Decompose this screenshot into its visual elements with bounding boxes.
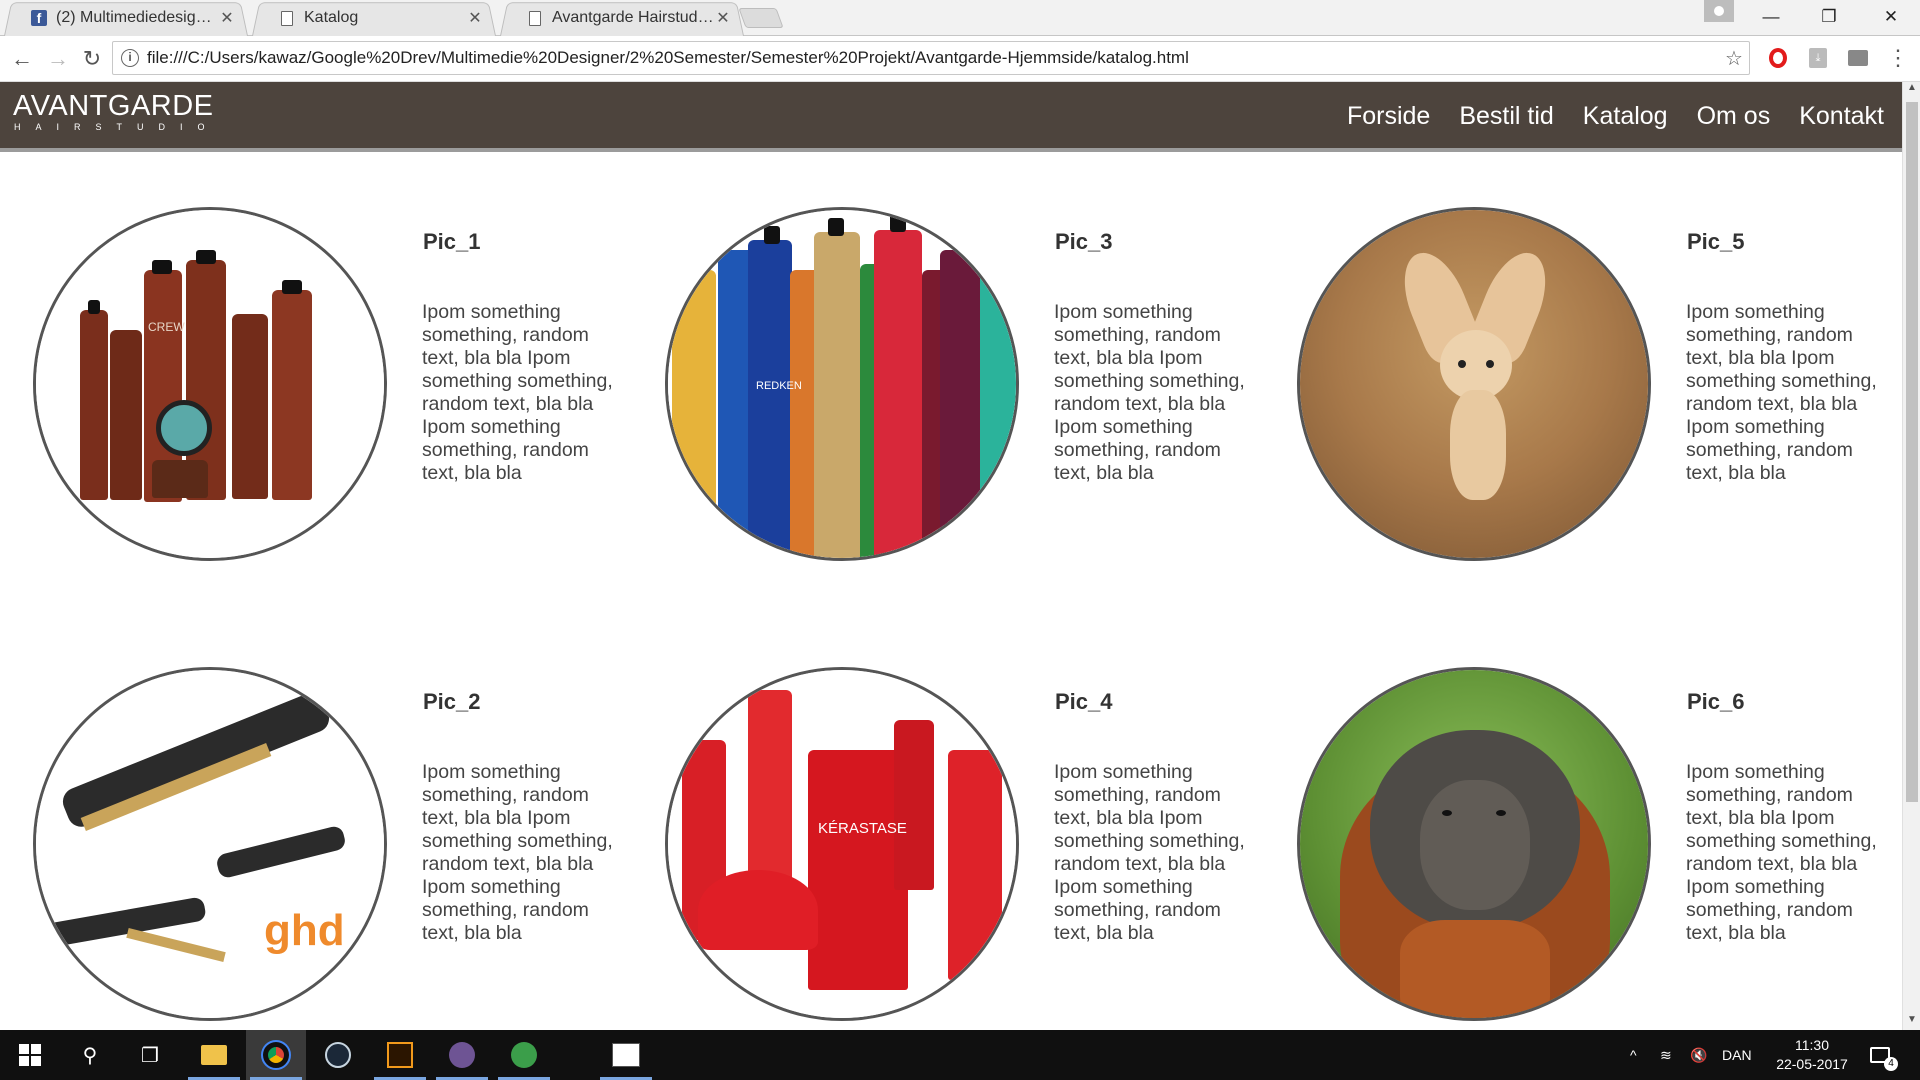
- main-nav: Forside Bestil tid Katalog Om os Kontakt: [1347, 102, 1884, 131]
- facebook-icon: f: [30, 9, 48, 27]
- nav-bestil-tid[interactable]: Bestil tid: [1459, 102, 1553, 131]
- notification-count: 4: [1884, 1057, 1898, 1071]
- page-icon: [278, 9, 296, 27]
- start-button[interactable]: [0, 1030, 60, 1080]
- clock[interactable]: 11:30 22-05-2017: [1762, 1036, 1862, 1074]
- clock-date: 22-05-2017: [1776, 1056, 1848, 1072]
- close-icon[interactable]: ✕: [466, 8, 484, 28]
- product-image-ghd[interactable]: ghd: [33, 667, 387, 1021]
- tab-avantgarde[interactable]: Avantgarde Hairstudio • ✕: [500, 0, 744, 36]
- catalog-item: Pic_6 Ipom something something, random t…: [1264, 667, 1884, 1027]
- user-icon: [1714, 6, 1724, 16]
- restore-button[interactable]: ❐: [1800, 0, 1858, 34]
- item-title: Pic_1: [423, 229, 481, 254]
- task-view-icon[interactable]: ❐: [120, 1030, 180, 1080]
- photos-icon[interactable]: [596, 1030, 656, 1080]
- url-text[interactable]: file:///C:/Users/kawaz/Google%20Drev/Mul…: [147, 48, 1719, 68]
- info-icon[interactable]: i: [121, 49, 139, 67]
- opera-icon[interactable]: [1766, 46, 1790, 70]
- item-description: Ipom something something, random text, b…: [1686, 761, 1877, 944]
- item-description: Ipom something something, random text, b…: [422, 761, 613, 944]
- catalog-item: CREW Pic_1 Ipom something something, ran…: [0, 207, 620, 567]
- new-tab-button[interactable]: [738, 8, 784, 28]
- page-icon: [526, 9, 544, 27]
- logo-brand: AVANTGARDE: [13, 90, 214, 122]
- item-title: Pic_6: [1687, 689, 1745, 714]
- catalog-item: ghd Pic_2 Ipom something something, rand…: [0, 667, 620, 1027]
- reload-icon[interactable]: ↻: [78, 45, 106, 73]
- nav-kontakt[interactable]: Kontakt: [1799, 102, 1884, 131]
- nav-om-os[interactable]: Om os: [1697, 102, 1771, 131]
- atom-icon[interactable]: [494, 1030, 554, 1080]
- catalog-item: REDKEN Pic_3 Ipom something something, r…: [632, 207, 1252, 567]
- item-description: Ipom something something, random text, b…: [1054, 301, 1245, 484]
- steam-icon[interactable]: [308, 1030, 368, 1080]
- pdf-extension-icon[interactable]: ⤓: [1806, 46, 1830, 70]
- item-title: Pic_3: [1055, 229, 1113, 254]
- item-description: Ipom something something, random text, b…: [1054, 761, 1245, 944]
- taskbar: ⚲ ❐ ^ ≋ 🔇 DAN 11:30 22-05-2017 4: [0, 1030, 1920, 1080]
- bookmark-star-icon[interactable]: ☆: [1719, 46, 1749, 71]
- close-icon[interactable]: ✕: [218, 8, 236, 28]
- orangutan-image[interactable]: [1297, 667, 1651, 1021]
- close-window-button[interactable]: ✕: [1862, 0, 1920, 34]
- fennec-fox-image[interactable]: [1297, 207, 1651, 561]
- site-logo[interactable]: AVANTGARDE HAIRSTUDIO: [13, 90, 220, 133]
- back-icon[interactable]: ←: [8, 45, 36, 73]
- redken-label: REDKEN: [756, 380, 802, 392]
- menu-icon[interactable]: ⋮: [1886, 45, 1910, 70]
- tab-facebook[interactable]: f (2) Multimediedesigner A ✕: [4, 0, 248, 36]
- nav-forside[interactable]: Forside: [1347, 102, 1430, 131]
- kerastase-label: KÉRASTASE: [818, 820, 907, 837]
- windows-icon: [19, 1044, 41, 1066]
- product-image-crew[interactable]: CREW: [33, 207, 387, 561]
- page-scrollbar[interactable]: ▲ ▼: [1902, 82, 1920, 1030]
- illustrator-icon[interactable]: [370, 1030, 430, 1080]
- close-icon[interactable]: ✕: [714, 8, 732, 28]
- item-title: Pic_5: [1687, 229, 1745, 254]
- minimize-button[interactable]: —: [1742, 0, 1800, 34]
- catalog-item: KÉRASTASE Pic_4 Ipom something something…: [632, 667, 1252, 1027]
- ghd-logo: ghd: [264, 906, 345, 955]
- tab-title: (2) Multimediedesigner A: [56, 9, 218, 26]
- tab-title: Avantgarde Hairstudio •: [552, 9, 714, 26]
- item-description: Ipom something something, random text, b…: [422, 301, 613, 484]
- item-title: Pic_4: [1055, 689, 1113, 714]
- scroll-up-icon[interactable]: ▲: [1903, 82, 1920, 98]
- logo-sub: HAIRSTUDIO: [14, 122, 220, 132]
- tab-title: Katalog: [304, 9, 359, 26]
- wifi-icon[interactable]: ≋: [1660, 1030, 1672, 1080]
- address-bar[interactable]: i file:///C:/Users/kawaz/Google%20Drev/M…: [112, 41, 1750, 75]
- product-image-kerastase[interactable]: KÉRASTASE: [665, 667, 1019, 1021]
- nav-katalog[interactable]: Katalog: [1583, 102, 1668, 131]
- volume-muted-icon[interactable]: 🔇: [1690, 1030, 1707, 1080]
- profile-button[interactable]: [1704, 0, 1734, 22]
- github-icon[interactable]: [432, 1030, 492, 1080]
- tray-chevron-icon[interactable]: ^: [1630, 1030, 1637, 1080]
- search-icon[interactable]: ⚲: [60, 1030, 120, 1080]
- cast-icon[interactable]: [1846, 46, 1870, 70]
- action-center-icon[interactable]: 4: [1870, 1030, 1898, 1080]
- browser-toolbar: ← → ↻ i file:///C:/Users/kawaz/Google%20…: [0, 36, 1920, 82]
- language-indicator[interactable]: DAN: [1722, 1030, 1752, 1080]
- scroll-down-icon[interactable]: ▼: [1903, 1014, 1920, 1030]
- product-image-redken[interactable]: REDKEN: [665, 207, 1019, 561]
- tab-katalog[interactable]: Katalog ✕: [252, 0, 496, 36]
- tab-strip: f (2) Multimediedesigner A ✕ Katalog ✕ A…: [0, 0, 1920, 36]
- chrome-icon[interactable]: [246, 1030, 306, 1080]
- clock-time: 11:30: [1795, 1037, 1829, 1053]
- page-viewport: AVANTGARDE HAIRSTUDIO Forside Bestil tid…: [0, 82, 1902, 1030]
- site-header: AVANTGARDE HAIRSTUDIO Forside Bestil tid…: [0, 82, 1902, 152]
- item-description: Ipom something something, random text, b…: [1686, 301, 1877, 484]
- crew-label: CREW: [148, 320, 185, 334]
- file-explorer-icon[interactable]: [184, 1030, 244, 1080]
- scrollbar-thumb[interactable]: [1906, 102, 1918, 802]
- catalog-item: Pic_5 Ipom something something, random t…: [1264, 207, 1884, 567]
- item-title: Pic_2: [423, 689, 481, 714]
- forward-icon[interactable]: →: [44, 45, 72, 73]
